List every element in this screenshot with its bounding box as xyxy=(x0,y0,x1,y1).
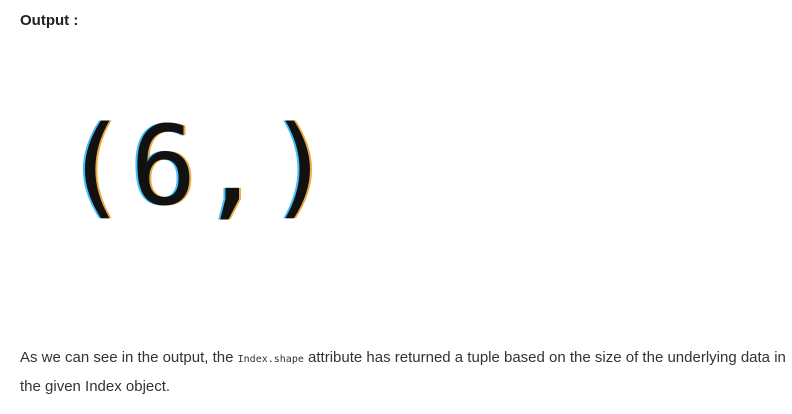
output-image: (6,) xyxy=(62,96,335,236)
output-heading: Output : xyxy=(20,12,79,29)
inline-code: Index.shape xyxy=(237,354,304,365)
explanation-paragraph: As we can see in the output, the Index.s… xyxy=(20,344,788,400)
paragraph-text-before: As we can see in the output, the xyxy=(20,349,238,366)
output-tuple-text: (6,) xyxy=(62,102,335,230)
